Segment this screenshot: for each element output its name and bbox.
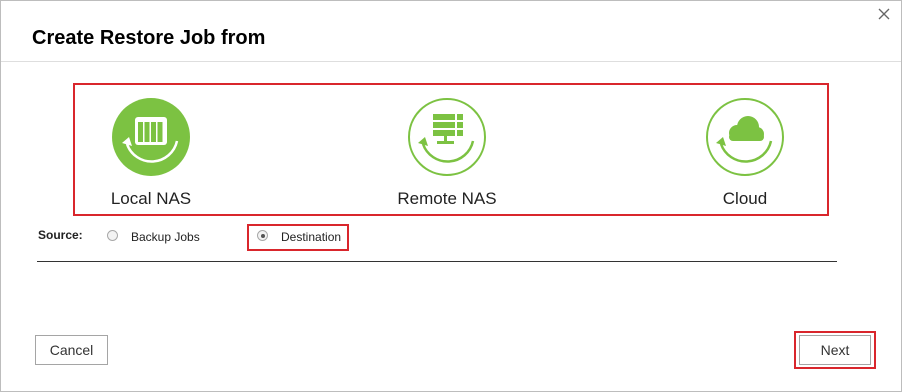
destination-highlight (247, 224, 349, 251)
cancel-button[interactable]: Cancel (35, 335, 108, 365)
restore-source-options: Local NAS Remote NAS Cloud (73, 83, 829, 216)
option-remote-nas[interactable]: Remote NAS (377, 97, 517, 209)
option-local-nas[interactable]: Local NAS (81, 97, 221, 209)
option-label: Local NAS (110, 189, 192, 208)
close-icon[interactable] (877, 7, 891, 21)
option-cloud[interactable]: Cloud (675, 97, 815, 209)
header-divider (1, 61, 901, 62)
next-button[interactable]: Next (799, 335, 871, 365)
local-nas-icon (112, 98, 190, 176)
content-divider (37, 261, 837, 262)
dialog-title: Create Restore Job from (32, 27, 266, 49)
backup-jobs-label[interactable]: Backup Jobs (131, 230, 200, 244)
option-label: Cloud (722, 189, 768, 208)
create-restore-job-dialog: Create Restore Job from Local NAS Remote… (0, 0, 902, 392)
cloud-icon (706, 98, 784, 176)
remote-nas-icon (408, 98, 486, 176)
option-label: Remote NAS (397, 189, 497, 208)
source-label: Source: (38, 228, 83, 242)
backup-jobs-radio[interactable] (107, 230, 118, 241)
